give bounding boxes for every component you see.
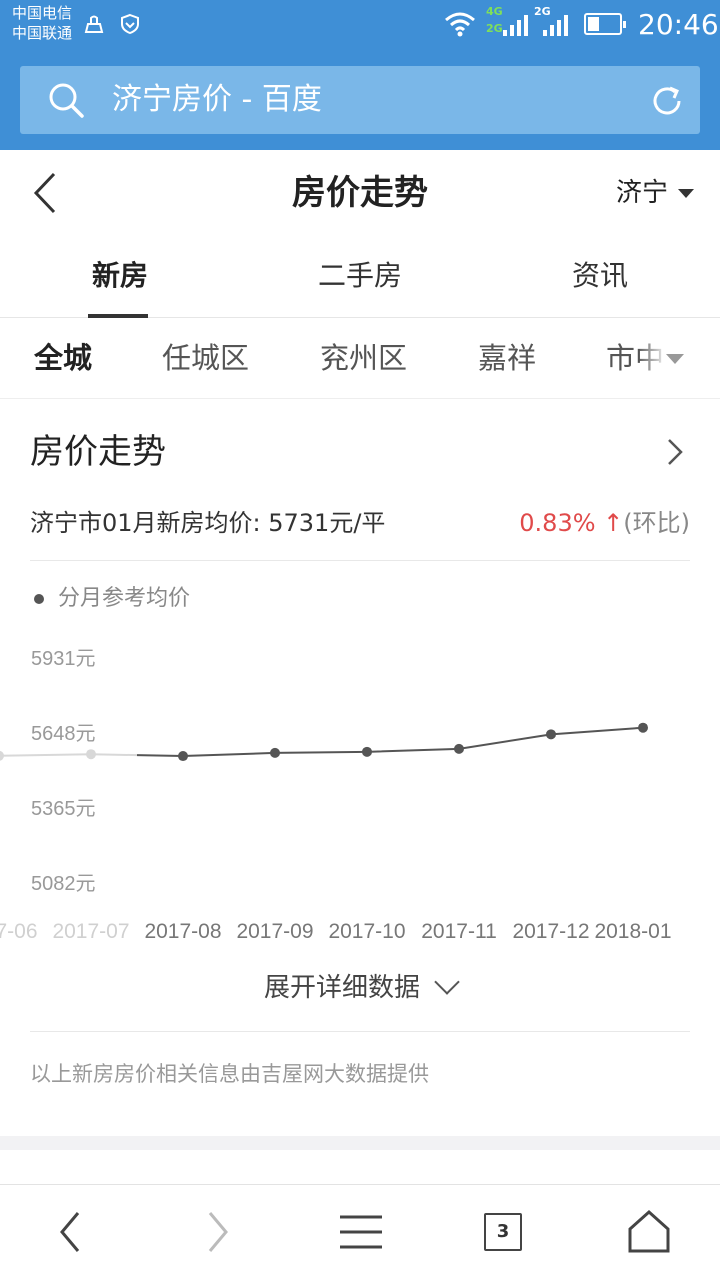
data-point[interactable] xyxy=(178,751,188,762)
address-bar[interactable]: 济宁房价 - 百度 xyxy=(20,66,700,134)
data-point[interactable] xyxy=(86,749,96,760)
x-tick-label: 2017-08 xyxy=(144,920,221,943)
legend-label: 分月参考均价 xyxy=(58,586,191,611)
series-line-dimmed xyxy=(0,753,138,757)
chevron-right-icon[interactable] xyxy=(664,436,686,468)
expand-details-button[interactable]: 展开详细数据 xyxy=(0,969,720,1006)
data-point[interactable] xyxy=(638,722,648,733)
x-tick-label: 2017-12 xyxy=(512,920,589,943)
carrier-1: 中国电信 xyxy=(12,4,73,22)
y-tick-label: 5082元 xyxy=(31,873,96,895)
legend-dot xyxy=(34,594,44,604)
divider xyxy=(30,1031,690,1032)
search-icon xyxy=(49,83,84,118)
price-change-suffix: (环比) xyxy=(623,509,690,537)
y-tick-label: 5648元 xyxy=(31,723,96,745)
tab-news[interactable]: 资讯 xyxy=(480,258,720,294)
series-line xyxy=(136,726,644,758)
data-point[interactable] xyxy=(270,747,280,758)
data-point[interactable] xyxy=(454,743,464,754)
district-rencheng[interactable]: 任城区 xyxy=(162,339,249,377)
district-all[interactable]: 全城 xyxy=(34,339,92,377)
y-tick-label: 5931元 xyxy=(31,648,96,670)
city-selector[interactable]: 济宁 xyxy=(616,176,694,210)
price-change-percent: 0.83% ↑ xyxy=(519,509,624,537)
x-tick-label: 2017-09 xyxy=(236,920,313,943)
back-nav-icon[interactable] xyxy=(46,1207,96,1257)
address-bar-text[interactable]: 济宁房价 - 百度 xyxy=(112,82,322,118)
status-bar: 中国电信 中国联通 4G 2G 2G 20:46 xyxy=(0,0,720,50)
tab-new-house[interactable]: 新房 xyxy=(0,258,240,294)
x-tick-label: 2017-07 xyxy=(52,920,129,943)
data-source-note: 以上新房房价相关信息由吉屋网大数据提供 xyxy=(30,1062,429,1086)
wifi-icon xyxy=(445,12,475,37)
refresh-icon[interactable] xyxy=(648,82,686,120)
divider xyxy=(30,560,690,561)
tabs-count-button[interactable]: 3 xyxy=(484,1213,522,1251)
y-tick-label: 5365元 xyxy=(31,798,96,820)
card-title[interactable]: 房价走势 xyxy=(30,430,166,474)
forward-nav-icon[interactable] xyxy=(192,1207,242,1257)
price-summary: 济宁市01月新房均价: 5731元/平 xyxy=(30,509,386,537)
carrier-labels: 中国电信 中国联通 xyxy=(12,3,72,43)
section-gap xyxy=(0,1136,720,1150)
top-header: 中国电信 中国联通 4G 2G 2G 20:46 济宁房价 - 百度 xyxy=(0,0,720,150)
expand-details-label: 展开详细数据 xyxy=(263,973,420,1003)
x-tick-label: 2017-11 xyxy=(421,920,497,943)
more-districts-icon[interactable] xyxy=(666,354,684,364)
menu-icon[interactable] xyxy=(336,1207,386,1257)
chart-legend: 分月参考均价 xyxy=(34,584,190,614)
network-label-2g-a: 2G xyxy=(486,22,503,35)
main-tabs: 新房 二手房 资讯 xyxy=(0,236,720,318)
page-title: 房价走势 xyxy=(292,173,428,213)
network-label-4g: 4G xyxy=(486,5,503,18)
district-tabs: 全城 任城区 兖州区 嘉祥 市中 xyxy=(0,319,720,399)
active-tab-indicator xyxy=(88,314,148,318)
home-icon[interactable] xyxy=(624,1207,674,1257)
x-tick-label: 2018-01 xyxy=(594,920,671,943)
signal-bars-1 xyxy=(503,14,528,36)
data-point[interactable] xyxy=(546,729,556,740)
city-label: 济宁 xyxy=(615,178,668,208)
price-change: 0.83% ↑(环比) xyxy=(519,507,690,539)
battery-level xyxy=(588,17,599,31)
notification-icon xyxy=(84,15,104,33)
tab-second-hand[interactable]: 二手房 xyxy=(240,258,480,294)
carrier-2: 中国联通 xyxy=(12,24,73,42)
page-header: 房价走势 济宁 xyxy=(0,150,720,236)
bottom-navigation: 3 xyxy=(0,1184,720,1280)
data-point[interactable] xyxy=(0,750,4,761)
status-time: 20:46 xyxy=(638,8,719,41)
chevron-down-icon xyxy=(678,188,694,198)
shield-icon xyxy=(121,13,139,35)
district-yanzhou[interactable]: 兖州区 xyxy=(320,339,407,377)
district-jiaxiang[interactable]: 嘉祥 xyxy=(478,339,536,377)
battery-icon xyxy=(584,13,626,35)
x-tick-label: 2017-06 xyxy=(0,920,38,943)
chevron-down-icon xyxy=(434,969,460,995)
data-point[interactable] xyxy=(362,746,372,757)
signal-bars-2 xyxy=(543,14,568,36)
price-trend-chart: 5931元 5648元 5365元 5082元 2017-06 2017-07 2017-0… xyxy=(0,648,672,943)
x-tick-label: 2017-10 xyxy=(328,920,405,943)
